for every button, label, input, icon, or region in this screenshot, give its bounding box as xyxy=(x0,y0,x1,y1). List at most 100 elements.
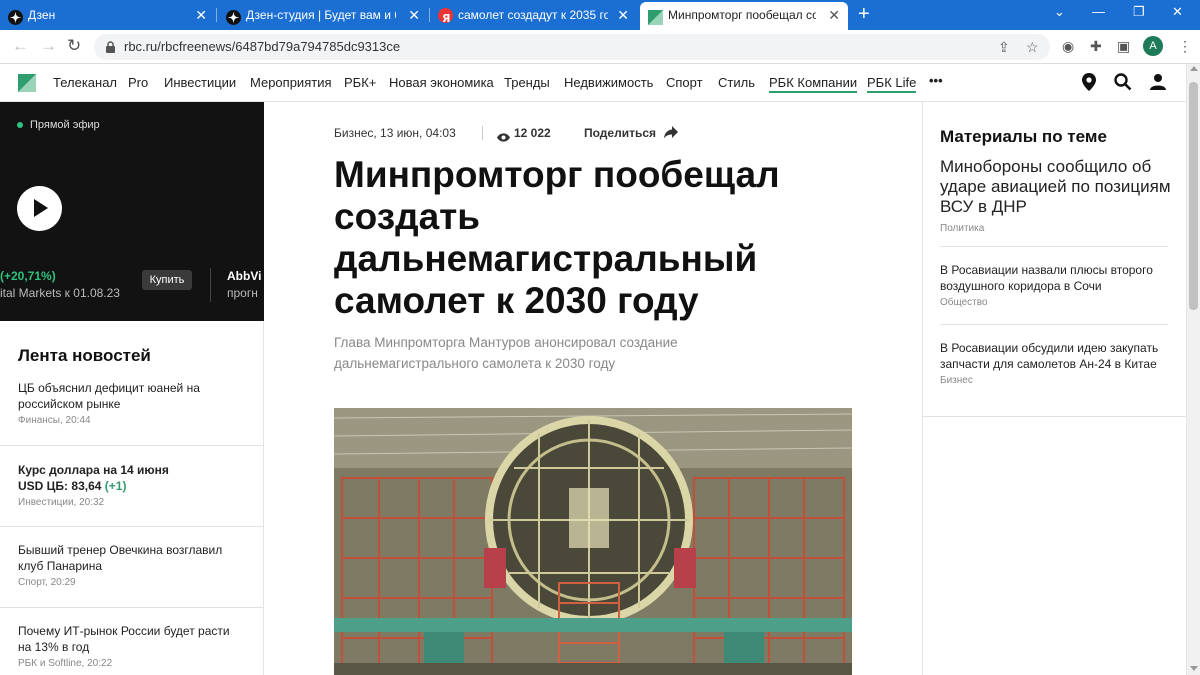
side-panel-icon[interactable]: ▣ xyxy=(1117,38,1130,55)
dzen-icon xyxy=(226,8,241,25)
restore-icon[interactable]: ❐ xyxy=(1133,4,1145,20)
scroll-up-icon[interactable] xyxy=(1190,66,1198,71)
nav-style[interactable]: Стиль xyxy=(718,75,755,90)
ticker2-sub: прогн xyxy=(227,286,258,300)
nav-realty[interactable]: Недвижимость xyxy=(564,75,653,90)
tab-dzen[interactable]: Дзен ✕ xyxy=(0,2,215,30)
live-label: Прямой эфир xyxy=(30,119,100,131)
tab-title: самолет создадут к 2035 году — xyxy=(458,8,608,22)
feed-divider xyxy=(0,607,263,608)
close-tab-icon[interactable]: ✕ xyxy=(617,2,629,28)
tab-title: Минпромторг пообещал создать xyxy=(668,8,816,22)
nav-investments[interactable]: Инвестиции xyxy=(164,75,236,90)
related-item-meta: Политика xyxy=(940,223,985,234)
rbc-logo-icon[interactable] xyxy=(18,74,36,92)
search-icon[interactable] xyxy=(1114,73,1132,96)
bookmark-star-icon[interactable]: ☆ xyxy=(1026,39,1039,56)
feed-item-title: Курс доллара на 14 июня xyxy=(18,463,169,477)
article-lead: Глава Минпромторга Мантуров анонсировал … xyxy=(334,335,678,371)
svg-text:Я: Я xyxy=(442,12,450,25)
dzen-icon xyxy=(8,8,23,25)
close-window-icon[interactable]: ✕ xyxy=(1172,4,1183,20)
related-item-title: В Росавиации обсудили идею закупать запч… xyxy=(940,341,1159,371)
back-icon[interactable]: ← xyxy=(12,36,29,56)
tab-rbc-active[interactable]: Минпромторг пообещал создать ✕ xyxy=(640,2,848,30)
tab-search-icon[interactable]: ⌄ xyxy=(1054,4,1065,20)
article-photo xyxy=(334,408,852,675)
share-page-icon[interactable]: ⇪ xyxy=(998,39,1010,56)
usd-rate: USD ЦБ: 83,64 xyxy=(18,479,102,493)
related-divider xyxy=(940,324,1168,325)
nav-more-icon[interactable]: ••• xyxy=(929,73,943,88)
browser-tab-strip: Дзен ✕ Дзен-студия | Будет вам и белка ✕… xyxy=(0,0,1200,30)
new-tab-button[interactable]: + xyxy=(858,4,870,24)
nav-tv[interactable]: Телеканал xyxy=(53,75,117,90)
nav-rbc-life[interactable]: РБК Life xyxy=(867,75,917,93)
play-button[interactable] xyxy=(17,186,62,231)
minimize-icon[interactable]: — xyxy=(1092,4,1105,19)
rbc-logo-icon xyxy=(648,8,663,25)
location-pin-icon[interactable] xyxy=(1082,73,1096,96)
news-feed-title: Лента новостей xyxy=(18,346,151,365)
related-lead-link[interactable]: Минобороны сообщило об ударе авиацией по… xyxy=(940,157,1172,217)
feed-divider xyxy=(0,526,263,527)
nav-sport[interactable]: Спорт xyxy=(666,75,703,90)
close-tab-icon[interactable]: ✕ xyxy=(408,2,420,28)
related-item[interactable]: В Росавиации назвали плюсы второго возду… xyxy=(940,262,1172,308)
ticker2-name: AbbVi xyxy=(227,269,262,283)
tab-yandex-search[interactable]: Я самолет создадут к 2035 году — ✕ xyxy=(430,2,637,30)
nav-pro[interactable]: Pro xyxy=(128,75,148,90)
address-bar[interactable]: rbc.ru/rbcfreenews/6487bd79a794785dc9313… xyxy=(94,34,1050,60)
view-count: 12 022 xyxy=(514,126,551,140)
usd-rate-change: (+1) xyxy=(104,479,127,493)
live-stream-widget[interactable]: Прямой эфир (+20,71%) ital Markets к 01.… xyxy=(0,102,264,321)
lock-icon xyxy=(106,40,115,53)
feed-item-title: Бывший тренер Овечкина возглавил клуб Па… xyxy=(18,543,223,573)
reload-icon[interactable]: ↻ xyxy=(67,36,81,56)
feed-divider xyxy=(0,445,263,446)
related-item[interactable]: В Росавиации обсудили идею закупать запч… xyxy=(940,340,1172,386)
nav-trends[interactable]: Тренды xyxy=(504,75,550,90)
tab-divider xyxy=(216,8,217,22)
related-item-title: В Росавиации назвали плюсы второго возду… xyxy=(940,263,1153,293)
related-title: Материалы по теме xyxy=(940,127,1107,146)
feed-item-title: Почему ИТ-рынок России будет расти на 13… xyxy=(18,624,230,654)
scrollbar-thumb[interactable] xyxy=(1189,82,1198,310)
close-tab-icon[interactable]: ✕ xyxy=(828,2,840,28)
feed-item[interactable]: ЦБ объяснил дефицит юаней на российском … xyxy=(0,380,263,426)
live-indicator xyxy=(17,122,23,128)
tab-dzen-studio[interactable]: Дзен-студия | Будет вам и белка ✕ xyxy=(218,2,428,30)
share-button[interactable]: Поделиться xyxy=(584,126,656,140)
related-column: Материалы по теме Минобороны сообщило об… xyxy=(922,102,1187,675)
share-arrow-icon[interactable] xyxy=(664,126,678,139)
feed-item[interactable]: Бывший тренер Овечкина возглавил клуб Па… xyxy=(0,542,263,588)
forward-icon[interactable]: → xyxy=(40,36,57,56)
close-tab-icon[interactable]: ✕ xyxy=(195,2,207,28)
profile-avatar[interactable]: A xyxy=(1143,36,1163,56)
related-bottom-border xyxy=(923,416,1187,417)
feed-item-meta: Инвестиции, 20:32 xyxy=(18,497,105,508)
buy-button[interactable]: Купить xyxy=(142,270,192,290)
nav-rbc-plus[interactable]: РБК+ xyxy=(344,75,376,90)
nav-rbc-companies[interactable]: РБК Компании xyxy=(769,75,858,93)
puzzle-extensions-icon[interactable]: ✚ xyxy=(1090,38,1102,55)
nav-new-economy[interactable]: Новая экономика xyxy=(389,75,494,90)
scroll-down-icon[interactable] xyxy=(1190,666,1198,671)
related-divider xyxy=(940,246,1168,247)
nav-events[interactable]: Мероприятия xyxy=(250,75,332,90)
feed-item[interactable]: Курс доллара на 14 июня USD ЦБ: 83,64 (+… xyxy=(0,462,263,508)
tab-title: Дзен-студия | Будет вам и белка xyxy=(246,8,396,22)
feed-item-meta: Спорт, 20:29 xyxy=(18,577,76,588)
menu-kebab-icon[interactable]: ⋮ xyxy=(1178,38,1192,55)
url-text: rbc.ru/rbcfreenews/6487bd79a794785dc9313… xyxy=(124,39,401,54)
page-scrollbar[interactable] xyxy=(1186,64,1200,675)
ticker-source: ital Markets к 01.08.23 xyxy=(0,286,120,300)
play-icon xyxy=(34,199,48,217)
extension-icon[interactable]: ◉ xyxy=(1062,38,1074,55)
feed-item[interactable]: Почему ИТ-рынок России будет расти на 13… xyxy=(0,623,263,669)
article-date: Бизнес, 13 июн, 04:03 xyxy=(334,126,456,140)
feed-item-meta: РБК и Softline, 20:22 xyxy=(18,658,113,669)
related-item-meta: Общество xyxy=(940,297,988,308)
tab-title: Дзен xyxy=(28,8,56,22)
user-icon[interactable] xyxy=(1149,73,1167,96)
